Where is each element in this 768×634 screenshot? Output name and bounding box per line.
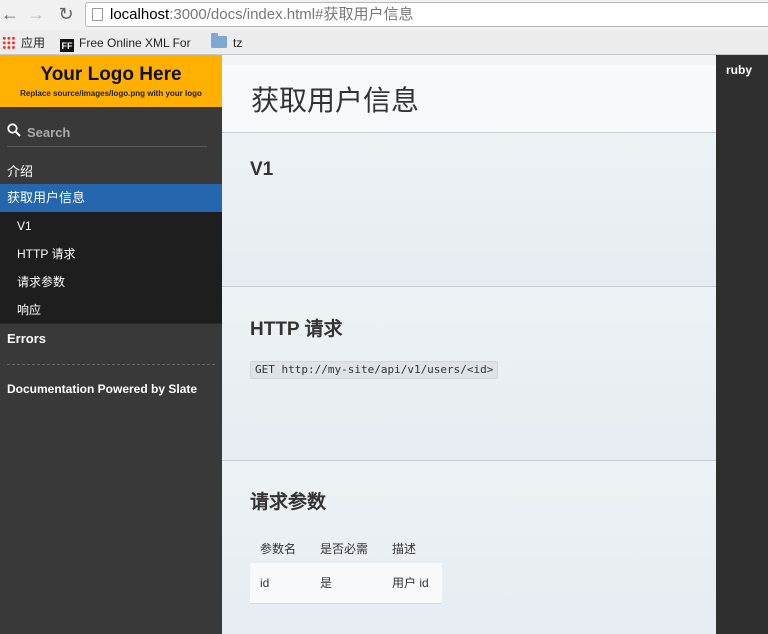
sidebar: Your Logo Here Replace source/images/log… [0,55,222,634]
toc-sub-item-v1[interactable]: V1 [17,216,32,236]
toc-sub-item-request-params[interactable]: 请求参数 [17,272,65,292]
bookmark-apps[interactable]: 应用 [2,34,45,52]
logo-title: Your Logo Here [40,64,182,85]
toc-sub-item-response[interactable]: 响应 [17,300,41,320]
toc-item-get-user-info[interactable]: 获取用户信息 [0,184,222,212]
table-cell: 用户 id [382,563,442,604]
toc-sub-item-http-request[interactable]: HTTP 请求 [17,244,75,264]
reload-icon[interactable]: ↻ [56,3,76,25]
apps-grid-icon [2,36,16,50]
toc-subsection: V1 HTTP 请求 请求参数 响应 [0,212,222,323]
section-request-params: 请求参数 参数名 是否必需 描述 id 是 用户 id [222,461,716,634]
section-http-heading: HTTP 请求 [250,319,343,340]
toc-item-errors[interactable]: Errors [0,328,222,350]
code-panel: ruby [716,55,768,634]
dashed-divider [7,364,215,365]
url-text[interactable]: localhost:3000/docs/index.html#获取用户信息 [110,5,413,25]
toc-item-intro[interactable]: 介绍 [0,161,222,183]
main-content: 获取用户信息 V1 HTTP 请求 GET http://my-site/api… [222,55,716,634]
section-v1-heading: V1 [250,159,274,180]
page-icon [92,8,103,21]
search-icon [7,123,21,137]
page-title-section: 获取用户信息 [222,65,716,133]
search-input[interactable] [27,123,205,141]
column-header: 是否必需 [320,541,369,556]
column-header: 描述 [392,541,417,556]
ff-logo-icon: FF [60,39,74,52]
table-cell: 是 [310,563,382,604]
table-cell: id [250,563,310,604]
logo[interactable]: Your Logo Here Replace source/images/log… [0,55,222,107]
column-header: 参数名 [260,541,297,556]
params-table: 参数名 是否必需 描述 id 是 用户 id [250,533,442,604]
back-arrow-icon[interactable]: ← [0,3,20,25]
bookmark-folder-tz[interactable]: tz [211,33,242,52]
section-v1: V1 [222,133,716,287]
powered-by-link[interactable]: Documentation Powered by Slate [0,378,222,400]
page-title: 获取用户信息 [251,85,420,116]
forward-arrow-icon[interactable]: → [26,3,46,25]
search-box [7,121,207,147]
bookmarks-bar: 应用 FF Free Online XML For tz [0,30,768,55]
section-http-request: HTTP 请求 GET http://my-site/api/v1/users/… [222,287,716,461]
top-strip [222,55,716,65]
table-header-row: 参数名 是否必需 描述 [250,533,442,563]
browser-toolbar: ← → ↻ localhost:3000/docs/index.html#获取用… [0,0,768,30]
sidebar-divider [0,323,222,324]
address-bar[interactable]: localhost:3000/docs/index.html#获取用户信息 [85,2,768,27]
section-params-heading: 请求参数 [250,492,327,513]
http-request-code: GET http://my-site/api/v1/users/<id> [250,361,499,379]
folder-icon [211,33,227,48]
bookmark-xml-formatter[interactable]: FF Free Online XML For [60,34,198,52]
logo-subtitle: Replace source/images/logo.png with your… [20,89,202,98]
language-tab-ruby[interactable]: ruby [726,63,752,77]
table-row: id 是 用户 id [250,563,442,604]
